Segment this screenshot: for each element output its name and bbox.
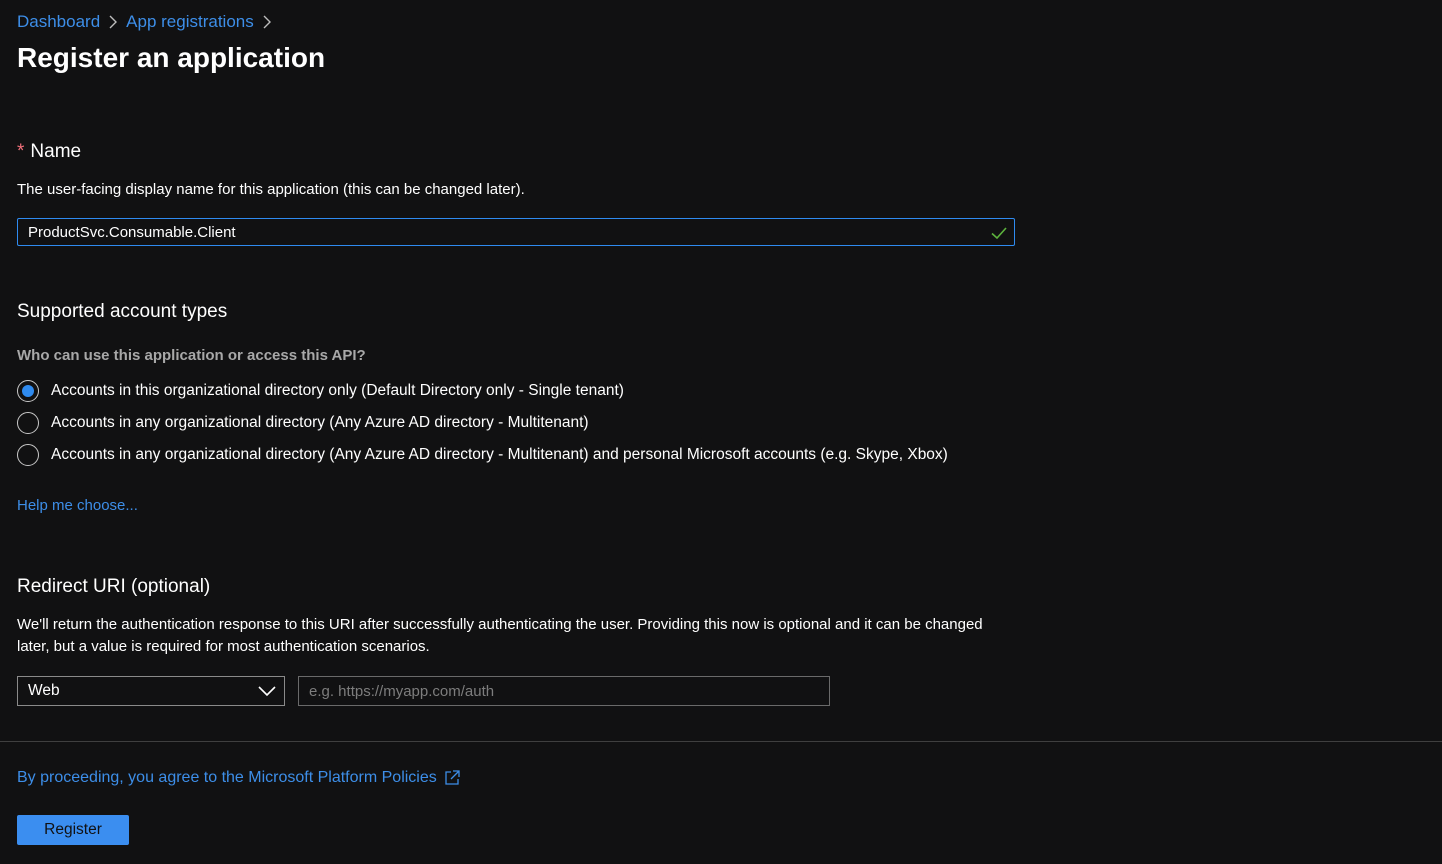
checkmark-icon <box>991 227 1007 240</box>
footer-divider <box>0 741 1442 742</box>
radio-button[interactable] <box>17 412 39 434</box>
redirect-uri-input[interactable] <box>298 676 830 706</box>
chevron-right-icon <box>100 15 126 29</box>
name-description: The user-facing display name for this ap… <box>17 181 525 198</box>
radio-button-selected[interactable] <box>17 380 39 402</box>
platform-select[interactable]: Web <box>17 676 285 706</box>
radio-button[interactable] <box>17 444 39 466</box>
account-types-question: Who can use this application or access t… <box>17 347 366 364</box>
required-marker: * <box>17 141 25 162</box>
radio-single-tenant[interactable]: Accounts in this organizational director… <box>17 380 624 402</box>
breadcrumb-app-registrations[interactable]: App registrations <box>126 12 254 32</box>
register-application-page: Dashboard App registrations Register an … <box>0 0 1442 864</box>
help-me-choose-link[interactable]: Help me choose... <box>17 497 138 514</box>
radio-multitenant[interactable]: Accounts in any organizational directory… <box>17 412 589 434</box>
breadcrumb-dashboard[interactable]: Dashboard <box>17 12 100 32</box>
radio-label: Accounts in any organizational directory… <box>51 414 589 431</box>
radio-dot <box>22 385 34 397</box>
breadcrumb: Dashboard App registrations <box>17 10 280 34</box>
platform-policies-text: By proceeding, you agree to the Microsof… <box>17 769 437 786</box>
radio-label: Accounts in this organizational director… <box>51 382 624 399</box>
platform-select-value: Web <box>28 682 60 699</box>
chevron-right-icon <box>254 15 280 29</box>
name-label-text: Name <box>30 141 82 162</box>
name-input[interactable] <box>18 219 1014 245</box>
name-label: * Name <box>17 141 81 163</box>
redirect-uri-heading: Redirect URI (optional) <box>17 576 211 597</box>
chevron-down-icon <box>258 686 276 697</box>
account-types-heading: Supported account types <box>17 301 228 322</box>
external-link-icon <box>445 770 460 785</box>
page-title: Register an application <box>17 42 326 73</box>
platform-policies-link[interactable]: By proceeding, you agree to the Microsof… <box>17 769 461 787</box>
radio-multitenant-personal[interactable]: Accounts in any organizational directory… <box>17 444 948 466</box>
name-field-container <box>17 218 1015 246</box>
redirect-uri-description: We'll return the authentication response… <box>17 616 983 655</box>
radio-label: Accounts in any organizational directory… <box>51 446 948 463</box>
register-button[interactable]: Register <box>17 815 129 845</box>
